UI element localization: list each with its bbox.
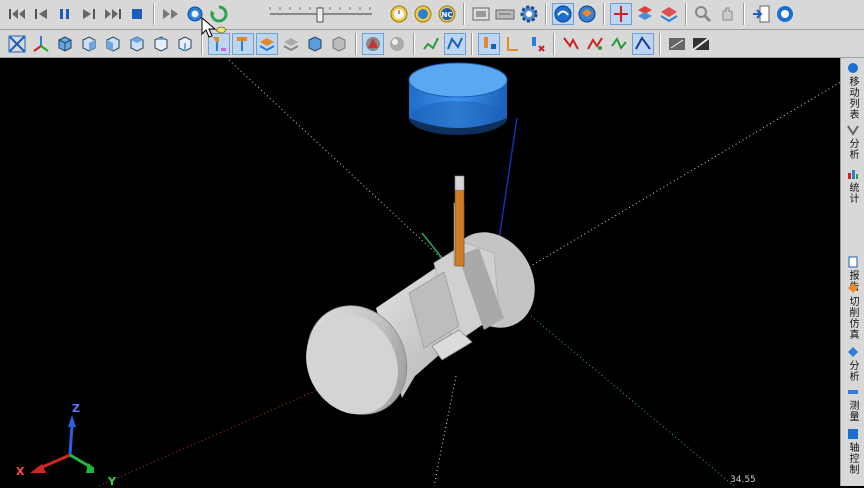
tool-holder-icon[interactable] xyxy=(232,33,254,55)
tool-length-icon[interactable] xyxy=(502,33,524,55)
separator xyxy=(463,3,465,25)
toolpath-green-icon[interactable] xyxy=(420,33,442,55)
stopwatch-icon[interactable] xyxy=(388,3,410,25)
machine-view-icon[interactable] xyxy=(470,3,492,25)
tab-label: 分析 xyxy=(847,138,858,160)
wireframe-icon[interactable] xyxy=(666,33,688,55)
analysis-icon xyxy=(846,125,859,136)
toolpath-axis-icon[interactable] xyxy=(610,3,632,25)
fit-view-icon[interactable] xyxy=(6,33,28,55)
isometric-axes-icon[interactable] xyxy=(30,33,52,55)
stock-compare-icon[interactable] xyxy=(658,3,680,25)
view-cube-bottom-icon[interactable] xyxy=(174,33,196,55)
tab-measure[interactable]: 测量 xyxy=(843,386,862,422)
nc-program-icon[interactable]: NC xyxy=(436,3,458,25)
view-cube-back-icon[interactable] xyxy=(78,33,100,55)
svg-text:NC: NC xyxy=(442,11,453,19)
path-red-green-icon[interactable] xyxy=(584,33,606,55)
machine-table-icon[interactable] xyxy=(328,33,350,55)
view-cube-left-icon[interactable] xyxy=(102,33,124,55)
report-icon xyxy=(848,256,857,268)
tab-move-list[interactable]: 移动列表 xyxy=(843,62,862,120)
mouse-cursor-icon xyxy=(201,16,227,38)
separator xyxy=(553,33,555,55)
path-red-icon[interactable] xyxy=(560,33,582,55)
tool-tip-icon[interactable] xyxy=(478,33,500,55)
stats-icon xyxy=(847,170,858,179)
stock-display-icon[interactable] xyxy=(256,33,278,55)
workpiece-icon[interactable] xyxy=(304,33,326,55)
path-green-icon[interactable] xyxy=(608,33,630,55)
stop-button[interactable] xyxy=(126,3,148,25)
tab-label: 轴控制 xyxy=(847,442,858,475)
tab-label: 分析 xyxy=(847,360,858,382)
view-cube-top-icon[interactable] xyxy=(150,33,172,55)
separator xyxy=(355,33,357,55)
settings-gear-icon[interactable] xyxy=(518,3,540,25)
keyboard-icon[interactable] xyxy=(494,3,516,25)
separator xyxy=(413,33,415,55)
step-back-button[interactable] xyxy=(30,3,52,25)
shaded-view-icon[interactable] xyxy=(362,33,384,55)
separator xyxy=(603,3,605,25)
collision-icon[interactable] xyxy=(634,3,656,25)
view-orientation-group xyxy=(6,32,712,56)
separator xyxy=(153,3,155,25)
axis-control-icon xyxy=(847,429,858,439)
right-panel: 移动列表 分析 统计 报告 切削仿真 分析 测量 轴控制 xyxy=(840,58,864,486)
simulation-mode-icon[interactable] xyxy=(552,3,574,25)
workpiece-stock[interactable] xyxy=(288,217,551,432)
speed-slider[interactable] xyxy=(268,4,376,24)
separator xyxy=(659,33,661,55)
tab-label: 统计 xyxy=(847,182,858,204)
background-icon[interactable] xyxy=(690,33,712,55)
axis-triad xyxy=(30,415,94,473)
tab-label: 切削仿真 xyxy=(847,296,858,340)
measure-icon xyxy=(847,390,858,394)
globe-options-icon[interactable] xyxy=(412,3,434,25)
slider-thumb[interactable] xyxy=(316,7,324,23)
rewind-start-button[interactable] xyxy=(6,3,28,25)
cut-sim-icon xyxy=(847,283,858,293)
pan-hand-icon[interactable] xyxy=(716,3,738,25)
separator xyxy=(743,3,745,25)
fast-forward-end-button[interactable] xyxy=(102,3,124,25)
coordinate-readout: 34.55 xyxy=(730,475,756,485)
tab-analysis-2[interactable]: 分析 xyxy=(843,346,862,382)
display-group: NC xyxy=(388,2,796,26)
help-icon[interactable] xyxy=(774,3,796,25)
separator xyxy=(471,33,473,55)
fixture-icon[interactable] xyxy=(280,33,302,55)
play-button[interactable] xyxy=(160,3,182,25)
toolbar-playback: NC xyxy=(0,0,864,30)
toolpath-blue-icon[interactable] xyxy=(444,33,466,55)
path-navy-icon[interactable] xyxy=(632,33,654,55)
view-cube-right-icon[interactable] xyxy=(126,33,148,55)
exit-icon[interactable] xyxy=(750,3,772,25)
list-icon xyxy=(847,63,858,73)
step-forward-button[interactable] xyxy=(78,3,100,25)
separator xyxy=(685,3,687,25)
tab-analysis[interactable]: 分析 xyxy=(843,124,862,160)
tab-label: 移动列表 xyxy=(847,76,858,120)
tool-offset-icon[interactable] xyxy=(526,33,548,55)
axis-label-x: X xyxy=(16,465,25,478)
view-cube-front-icon[interactable] xyxy=(54,33,76,55)
zoom-icon[interactable] xyxy=(692,3,714,25)
tab-axis-control[interactable]: 轴控制 xyxy=(843,428,862,475)
tab-cut-sim[interactable]: 切削仿真 xyxy=(843,282,862,340)
axis-label-y: Y xyxy=(108,475,116,488)
pause-button[interactable] xyxy=(54,3,76,25)
transparent-view-icon[interactable] xyxy=(386,33,408,55)
tab-label: 测量 xyxy=(847,400,858,422)
axis-label-z: Z xyxy=(72,402,80,415)
tab-stats[interactable]: 统计 xyxy=(843,168,862,204)
part-view-icon[interactable] xyxy=(576,3,598,25)
separator xyxy=(545,3,547,25)
3d-viewport[interactable] xyxy=(4,58,840,486)
analysis2-icon xyxy=(847,347,858,357)
playback-controls xyxy=(6,2,230,26)
toolbar-view xyxy=(0,30,864,58)
